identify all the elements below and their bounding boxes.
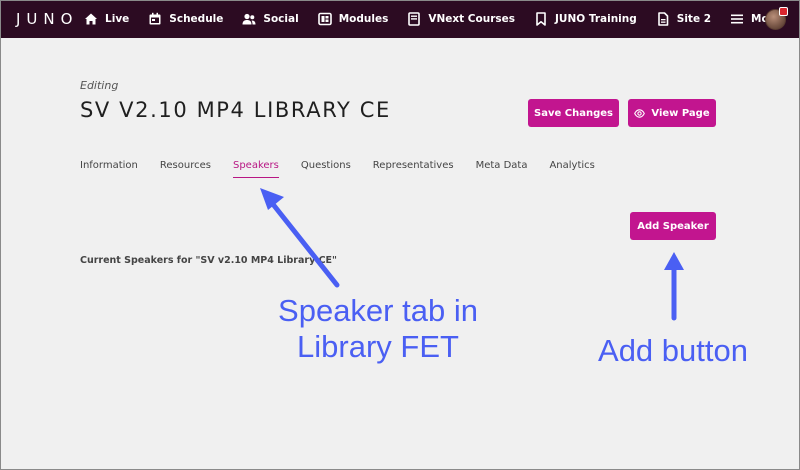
- speaker-tab-arrow: [260, 188, 340, 288]
- annotation-arrows: [260, 188, 684, 321]
- add-button-arrow: [664, 252, 684, 321]
